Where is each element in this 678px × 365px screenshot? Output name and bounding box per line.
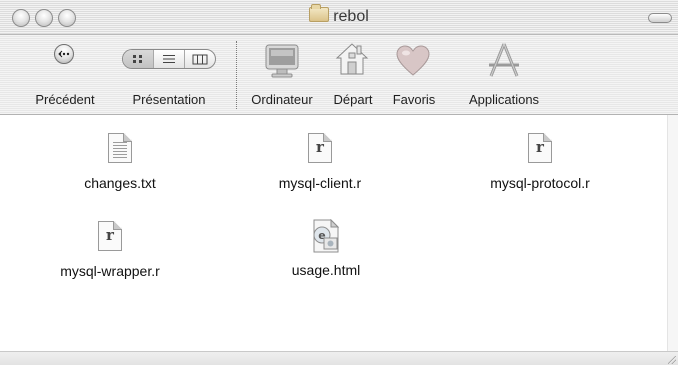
icon-view-icon bbox=[133, 55, 142, 63]
folder-icon bbox=[309, 4, 330, 22]
html-document-icon: e bbox=[313, 219, 340, 253]
rebol-script-icon: r bbox=[98, 221, 122, 251]
file-name: mysql-wrapper.r bbox=[60, 263, 160, 279]
resize-grip-icon[interactable] bbox=[668, 356, 676, 364]
rebol-r-glyph: r bbox=[316, 138, 324, 156]
shortcut-label: Départ bbox=[333, 92, 373, 107]
back-arrow-icon bbox=[54, 44, 74, 64]
shortcut-label: Favoris bbox=[392, 92, 436, 107]
file-name: mysql-protocol.r bbox=[490, 175, 590, 191]
back-arrow-glyph bbox=[58, 50, 70, 58]
rebol-r-glyph: r bbox=[106, 226, 114, 244]
finder-window: rebol Précédent Présentation Ordinateur … bbox=[0, 0, 678, 365]
file-view[interactable]: changes.txt r mysql-client.r r mysql-pro… bbox=[0, 115, 668, 351]
view-mode-control[interactable]: Présentation bbox=[112, 35, 228, 114]
rebol-r-glyph: r bbox=[536, 138, 544, 156]
shortcut-computer[interactable]: Ordinateur bbox=[242, 35, 320, 114]
file-item[interactable]: r mysql-protocol.r bbox=[490, 133, 590, 199]
list-view-button[interactable] bbox=[154, 50, 185, 68]
heart-icon bbox=[396, 45, 430, 76]
file-item[interactable]: r mysql-client.r bbox=[270, 133, 370, 199]
window-right-edge bbox=[667, 115, 678, 351]
window-title-text: rebol bbox=[333, 8, 369, 25]
window-title: rebol bbox=[0, 4, 678, 26]
text-lines bbox=[113, 142, 127, 158]
file-item[interactable]: r mysql-wrapper.r bbox=[60, 221, 160, 287]
shortcut-home[interactable]: Départ bbox=[320, 35, 382, 114]
file-name: mysql-client.r bbox=[278, 175, 362, 191]
rebol-script-icon: r bbox=[528, 133, 552, 163]
shortcut-label: Ordinateur bbox=[251, 92, 313, 107]
applications-icon bbox=[489, 43, 519, 77]
file-item[interactable]: e usage.html bbox=[276, 219, 376, 287]
file-name: changes.txt bbox=[84, 175, 156, 191]
view-label: Présentation bbox=[132, 92, 206, 107]
toolbar-toggle-button[interactable] bbox=[648, 13, 672, 23]
shortcut-label: Applications bbox=[468, 92, 540, 107]
file-name: usage.html bbox=[291, 262, 361, 278]
home-icon bbox=[335, 43, 369, 75]
text-document-icon bbox=[108, 133, 132, 163]
back-label: Précédent bbox=[35, 92, 95, 107]
list-view-icon bbox=[163, 55, 175, 63]
shortcut-applications[interactable]: Applications bbox=[448, 35, 560, 114]
icon-view-button[interactable] bbox=[123, 50, 154, 68]
title-bar[interactable]: rebol bbox=[0, 0, 678, 35]
toolbar-separator bbox=[236, 41, 237, 109]
shortcut-favorites[interactable]: Favoris bbox=[382, 35, 446, 114]
view-segmented-control[interactable] bbox=[122, 49, 216, 69]
status-bar bbox=[0, 351, 678, 365]
toolbar: Précédent Présentation Ordinateur Départ… bbox=[0, 35, 678, 115]
column-view-button[interactable] bbox=[185, 50, 215, 68]
rebol-script-icon: r bbox=[308, 133, 332, 163]
computer-icon bbox=[265, 44, 299, 78]
back-button[interactable]: Précédent bbox=[0, 35, 110, 114]
file-item[interactable]: changes.txt bbox=[70, 133, 170, 199]
column-view-icon bbox=[192, 54, 208, 64]
